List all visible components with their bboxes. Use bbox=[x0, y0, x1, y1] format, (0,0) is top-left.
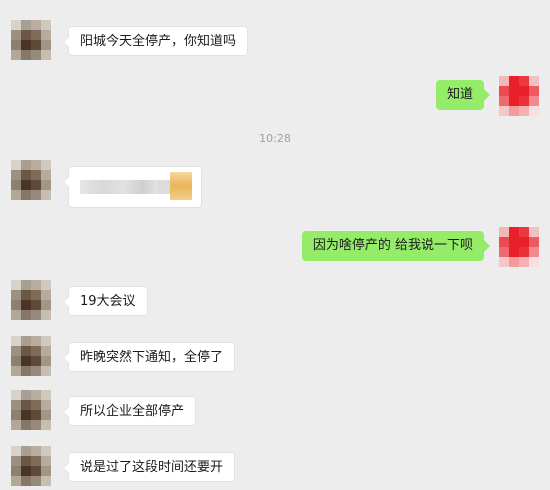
blurred-image-message[interactable] bbox=[63, 166, 202, 208]
message-bubble[interactable]: 19大会议 bbox=[63, 286, 148, 316]
message-bubble[interactable]: 所以企业全部停产 bbox=[62, 396, 197, 426]
message-timestamp: 10:28 bbox=[259, 132, 291, 145]
blurred-content bbox=[80, 180, 158, 194]
message-bubble[interactable]: 昨晚突然下通知，全停了 bbox=[62, 342, 236, 372]
message-text: 所以企业全部停产 bbox=[80, 404, 185, 419]
contact-avatar[interactable] bbox=[11, 390, 51, 430]
contact-avatar[interactable] bbox=[11, 160, 51, 200]
message-bubble[interactable]: 因为啥停产的 给我说一下呗 bbox=[301, 231, 491, 261]
message-bubble[interactable]: 阳城今天全停产，你知道吗 bbox=[62, 26, 249, 56]
message-bubble[interactable]: 说是过了这段时间还要开 bbox=[62, 452, 236, 482]
contact-avatar[interactable] bbox=[11, 446, 51, 486]
message-text: 阳城今天全停产，你知道吗 bbox=[80, 34, 237, 49]
message-text: 19大会议 bbox=[80, 294, 136, 309]
contact-avatar[interactable] bbox=[11, 336, 51, 376]
self-avatar[interactable] bbox=[499, 227, 539, 267]
self-avatar[interactable] bbox=[499, 76, 539, 116]
contact-avatar[interactable] bbox=[11, 20, 51, 60]
message-text: 说是过了这段时间还要开 bbox=[80, 460, 224, 475]
message-text: 昨晚突然下通知，全停了 bbox=[80, 350, 224, 365]
chat-window: 阳城今天全停产，你知道吗 知道 10:28 因为啥停产的 给我说一下呗 19大会… bbox=[0, 0, 550, 490]
message-text: 知道 bbox=[446, 87, 473, 102]
contact-avatar[interactable] bbox=[11, 280, 51, 320]
message-bubble[interactable]: 知道 bbox=[435, 80, 491, 110]
blurred-emoji bbox=[170, 172, 192, 200]
message-text: 因为啥停产的 给我说一下呗 bbox=[312, 238, 473, 253]
